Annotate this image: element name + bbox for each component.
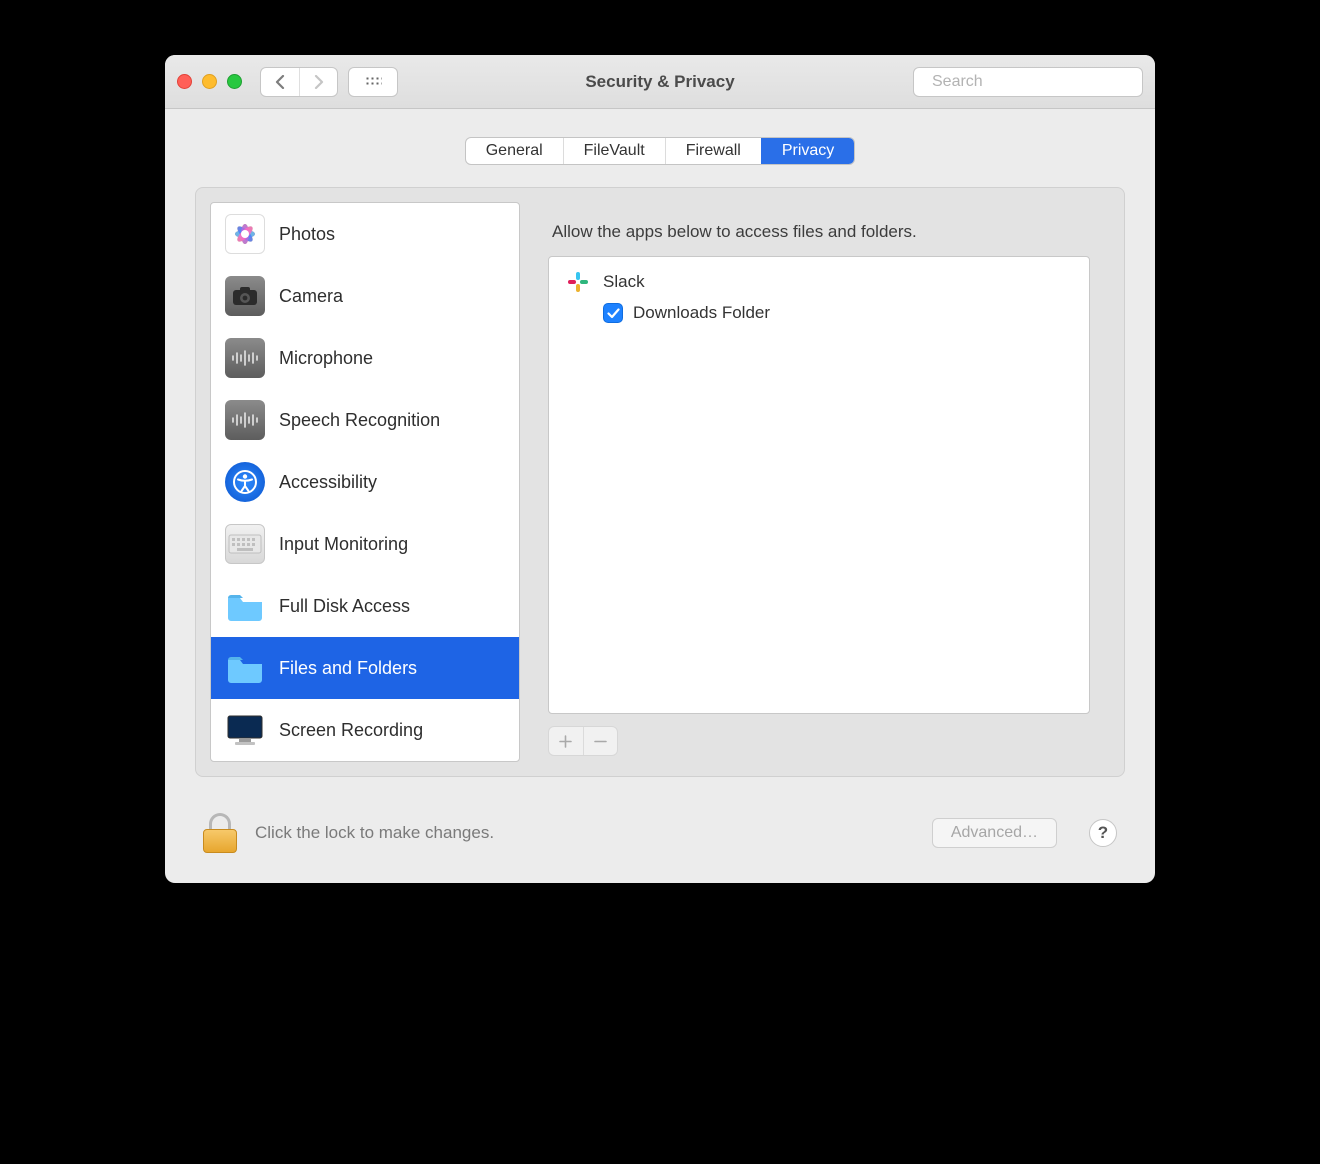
sidebar-item-label: Full Disk Access [279,596,410,617]
sidebar-item-files-and-folders[interactable]: Files and Folders [211,637,519,699]
checkmark-icon [607,308,620,319]
footer: Click the lock to make changes. Advanced… [195,777,1125,859]
folder-icon [225,648,265,688]
tab-privacy[interactable]: Privacy [761,138,854,164]
sidebar-item-full-disk-access[interactable]: Full Disk Access [211,575,519,637]
plus-icon [559,735,572,748]
permission-row[interactable]: Downloads Folder [603,303,1073,323]
search-input[interactable] [932,73,1139,91]
privacy-category-list[interactable]: Photos Camera [210,202,520,762]
sidebar-item-photos[interactable]: Photos [211,203,519,265]
microphone-icon [225,338,265,378]
sidebar-item-screen-recording[interactable]: Screen Recording [211,699,519,761]
preferences-window: Security & Privacy General FileVault Fir… [165,55,1155,883]
minimize-window-button[interactable] [202,74,217,89]
lock-hint: Click the lock to make changes. [255,823,494,843]
sidebar-item-label: Camera [279,286,343,307]
show-all-prefs-button[interactable] [348,67,398,97]
remove-button[interactable] [583,727,618,755]
app-permission-list[interactable]: Slack Downloads Folder [548,256,1090,714]
privacy-panel: Photos Camera [195,187,1125,777]
zoom-window-button[interactable] [227,74,242,89]
sidebar-item-input-monitoring[interactable]: Input Monitoring [211,513,519,575]
nav-back-forward [260,67,338,97]
close-window-button[interactable] [177,74,192,89]
chevron-right-icon [313,75,325,89]
forward-button[interactable] [299,68,337,96]
help-button[interactable]: ? [1089,819,1117,847]
sidebar-item-label: Screen Recording [279,720,423,741]
sidebar-item-camera[interactable]: Camera [211,265,519,327]
sidebar-item-accessibility[interactable]: Accessibility [211,451,519,513]
tab-general[interactable]: General [466,138,563,164]
camera-icon [225,276,265,316]
speech-icon [225,400,265,440]
add-remove-group [548,726,618,756]
tab-bar: General FileVault Firewall Privacy [195,137,1125,165]
tabstrip: General FileVault Firewall Privacy [465,137,856,165]
minus-icon [594,735,607,748]
back-button[interactable] [261,68,299,96]
permission-checkbox[interactable] [603,303,623,323]
permissions-pane: Allow the apps below to access files and… [542,202,1110,762]
sidebar-item-speech[interactable]: Speech Recognition [211,389,519,451]
advanced-button[interactable]: Advanced… [932,818,1057,848]
slack-icon [565,269,591,295]
grid-icon [365,76,382,87]
add-button[interactable] [549,727,583,755]
sidebar-item-label: Microphone [279,348,373,369]
display-icon [225,710,265,750]
sidebar-item-label: Accessibility [279,472,377,493]
tab-firewall[interactable]: Firewall [665,138,761,164]
chevron-left-icon [274,75,286,89]
folder-icon [225,586,265,626]
accessibility-icon [225,462,265,502]
app-name: Slack [603,272,645,292]
lock-icon[interactable] [203,813,237,853]
body: General FileVault Firewall Privacy [165,109,1155,883]
traffic-lights [177,74,242,89]
sidebar-item-label: Speech Recognition [279,410,440,431]
photos-icon [225,214,265,254]
titlebar: Security & Privacy [165,55,1155,109]
permission-label: Downloads Folder [633,303,770,323]
keyboard-icon [225,524,265,564]
permissions-hint: Allow the apps below to access files and… [552,222,1090,242]
sidebar-item-label: Photos [279,224,335,245]
sidebar-item-label: Input Monitoring [279,534,408,555]
search-field[interactable] [913,67,1143,97]
tab-filevault[interactable]: FileVault [563,138,665,164]
app-row-slack[interactable]: Slack [565,269,1073,295]
sidebar-item-microphone[interactable]: Microphone [211,327,519,389]
sidebar-item-label: Files and Folders [279,658,417,679]
